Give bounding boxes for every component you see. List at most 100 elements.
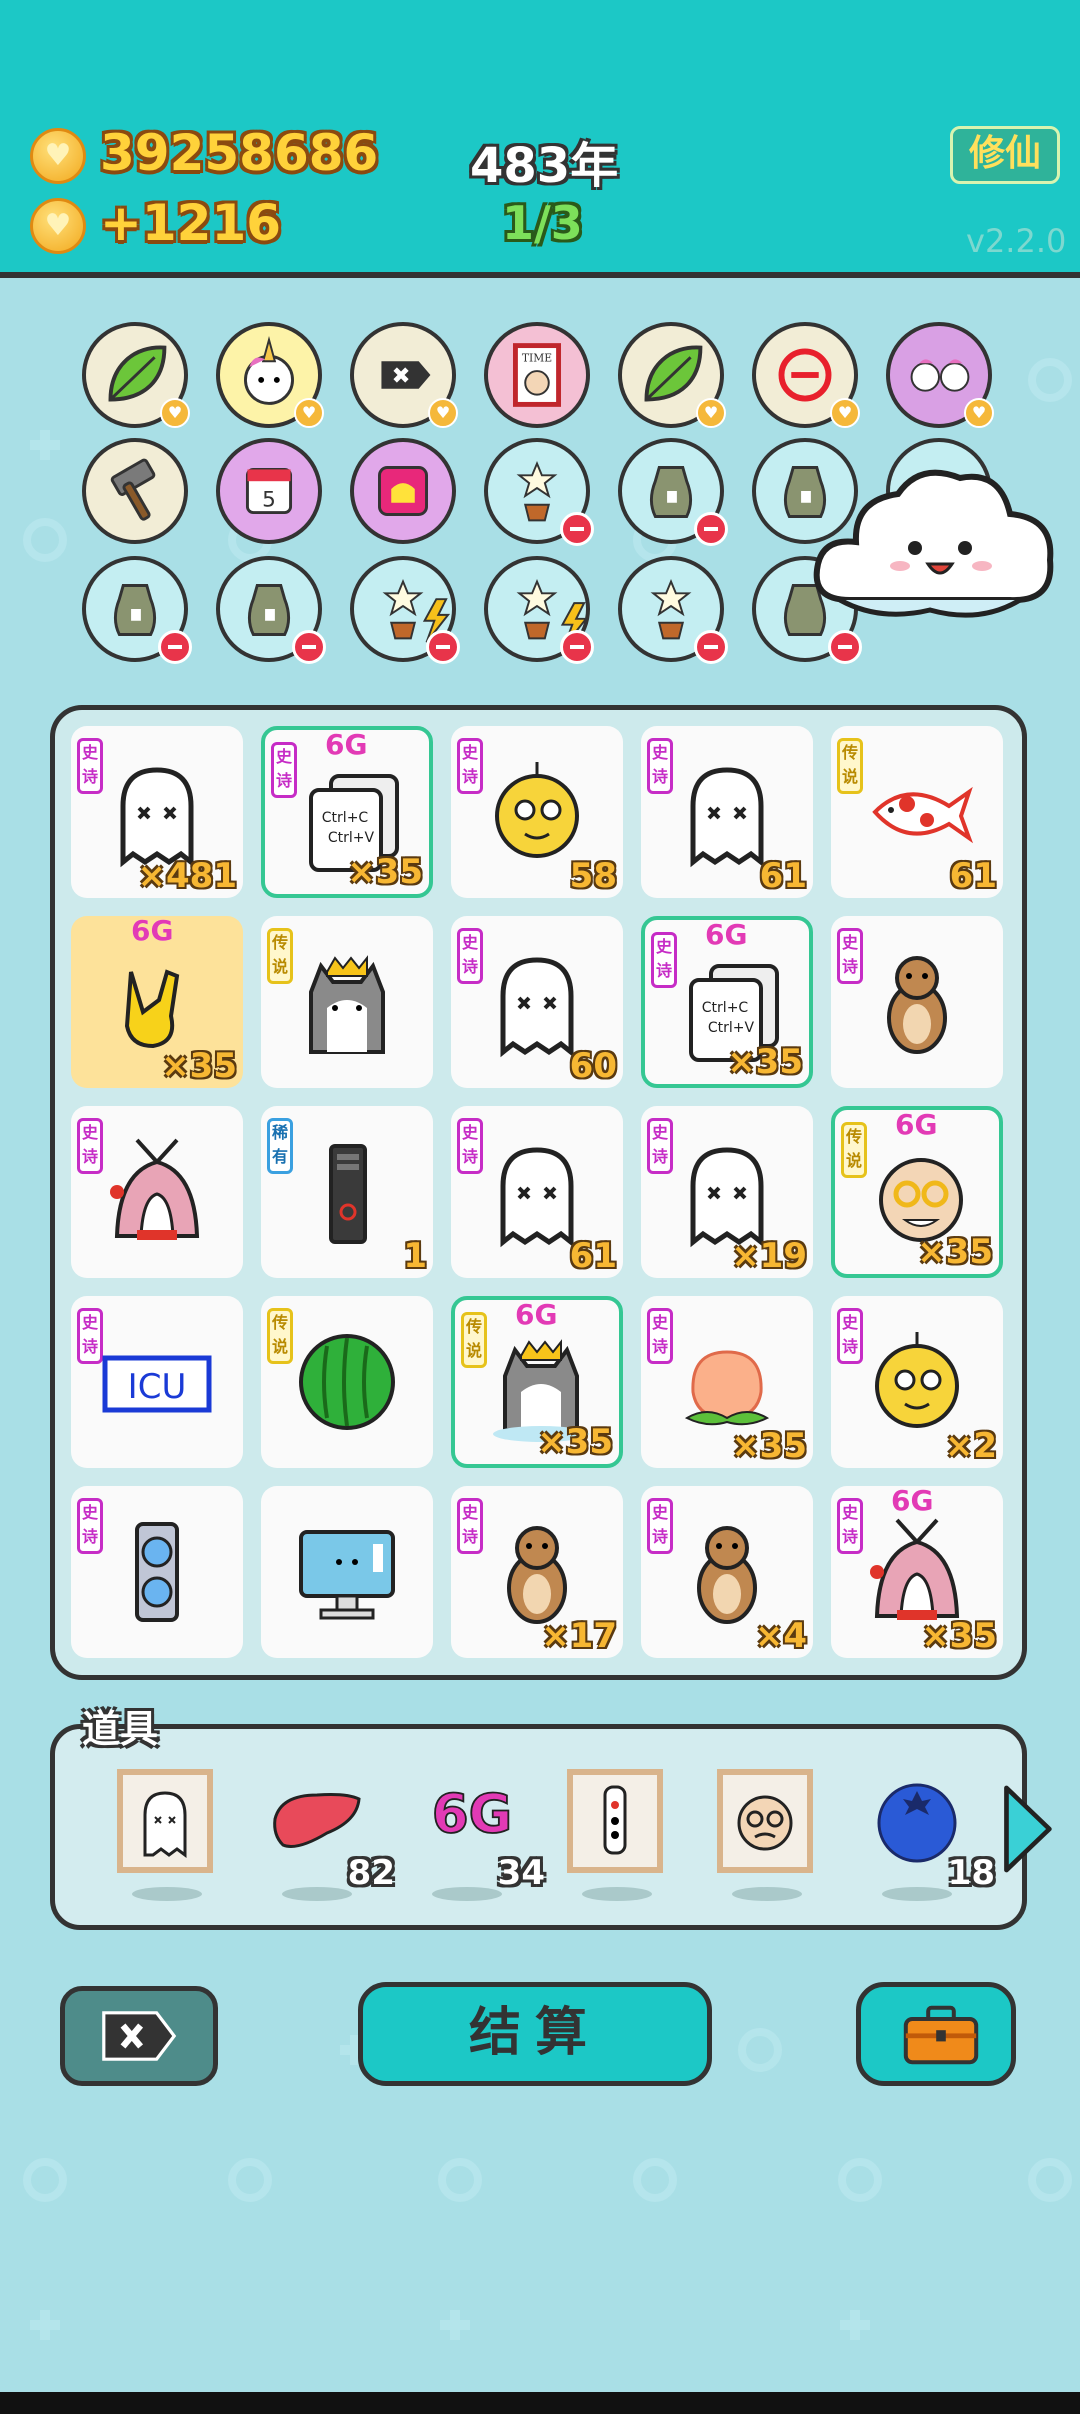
tile-watermelon[interactable]: 传说 — [261, 1296, 433, 1468]
remove-badge-icon[interactable] — [694, 630, 728, 664]
stage-progress: 1/3 — [502, 196, 583, 250]
item-count: ×35 — [921, 1616, 997, 1656]
slot-calendar[interactable]: 5 — [216, 438, 322, 544]
prop-liver[interactable]: 82 — [267, 1769, 395, 1901]
tile-old-man[interactable]: 传说 6G ×35 — [831, 1106, 1003, 1278]
item-count: ×2 — [944, 1426, 997, 1466]
slot-sack[interactable] — [618, 438, 728, 546]
ghost-icon — [500, 1147, 574, 1248]
tile-yellow-face[interactable]: 史诗 58 — [451, 726, 623, 898]
tile-husky-king[interactable]: 传说 — [261, 916, 433, 1088]
slot-leaf-2[interactable]: ♥ — [618, 322, 726, 428]
prop-blueberry[interactable]: 18 — [867, 1769, 995, 1901]
remove-badge-icon[interactable] — [560, 512, 594, 546]
slot-time-magazine[interactable]: TIME — [484, 322, 590, 428]
slot-flower-pot-2[interactable] — [350, 556, 460, 664]
slot-leaf[interactable]: ♥ — [82, 322, 190, 428]
item-count: 61 — [759, 856, 807, 896]
slot-flower-pot-4[interactable] — [618, 556, 728, 664]
calendar-icon: 5 — [245, 467, 293, 515]
slot-minus[interactable]: ♥ — [752, 322, 860, 428]
system-nav-bar — [0, 2392, 1080, 2414]
tile-rock-hand[interactable]: 6G ×35 — [71, 914, 243, 1088]
item-count: ×35 — [727, 1042, 803, 1082]
tile-graphics-card[interactable]: 史诗 — [71, 1486, 243, 1658]
briefcase-icon — [903, 2005, 979, 2065]
tile-ghost-2[interactable]: 史诗 61 — [641, 726, 813, 898]
slot-app[interactable] — [350, 438, 456, 544]
marmot-icon — [697, 1526, 757, 1624]
svg-text:Ctrl+V: Ctrl+V — [708, 1020, 755, 1036]
remove-badge-icon[interactable] — [426, 630, 460, 664]
item-count: ×17 — [541, 1616, 617, 1656]
tile-rabbit-tent[interactable]: 史诗 — [71, 1106, 243, 1278]
tile-marmot-2[interactable]: 史诗 ×17 — [451, 1486, 623, 1658]
svg-text:ICU: ICU — [128, 1367, 187, 1407]
item-count: 58 — [569, 856, 617, 896]
svg-text:5: 5 — [262, 488, 276, 513]
remove-badge-icon[interactable] — [560, 630, 594, 664]
backpack-button[interactable] — [856, 1982, 1016, 2086]
tile-ghost-4[interactable]: 史诗 61 — [451, 1106, 623, 1278]
item-count: ×35 — [731, 1426, 807, 1466]
tile-marmot[interactable]: 史诗 — [831, 916, 1003, 1088]
slot-twins[interactable]: ♥ — [886, 322, 994, 428]
settle-button[interactable]: 结算 — [358, 1982, 712, 2086]
slot-flower-pot[interactable] — [484, 438, 594, 546]
inventory-grid: 史诗 ×481 史诗 6G Ctrl+C Ctrl+V ×35 史诗 58 史诗 … — [50, 705, 1027, 1680]
prop-robot-frame[interactable] — [567, 1769, 667, 1901]
tile-peach[interactable]: 史诗 ×35 — [641, 1296, 813, 1468]
income-coin-icon — [30, 198, 86, 254]
gold-coin-icon — [30, 128, 86, 184]
next-arrow-icon[interactable] — [999, 1779, 1055, 1879]
prop-old-man-frame[interactable] — [717, 1769, 817, 1901]
tile-monitor[interactable] — [261, 1486, 433, 1658]
robot-frame-icon — [567, 1769, 663, 1873]
marmot-icon — [507, 1526, 567, 1624]
prop-ghost-frame[interactable] — [117, 1769, 217, 1901]
ghost-icon — [120, 767, 194, 868]
svg-text:6G: 6G — [432, 1783, 513, 1845]
yellow-face-icon — [875, 1332, 959, 1428]
peach-icon — [684, 1350, 770, 1426]
item-count: ×35 — [917, 1232, 993, 1272]
cultivate-button[interactable]: 修仙 — [950, 126, 1060, 184]
watermelon-icon — [299, 1334, 395, 1430]
heart-badge-icon: ♥ — [428, 398, 458, 428]
top-status-bar: 39258686 +1216 483年 1/3 修仙 v2.2.0 — [0, 0, 1080, 278]
prop-6g[interactable]: 6G 34 — [417, 1769, 545, 1901]
remove-badge-icon[interactable] — [158, 630, 192, 664]
heart-badge-icon: ♥ — [696, 398, 726, 428]
tile-server[interactable]: 稀有 1 — [261, 1106, 433, 1278]
slot-delete[interactable]: ♥ — [350, 322, 458, 428]
tile-yellow-face-2[interactable]: 史诗 ×2 — [831, 1296, 1003, 1468]
item-count: 1 — [403, 1236, 427, 1276]
close-button[interactable] — [60, 1986, 218, 2086]
prop-count: 82 — [347, 1853, 395, 1893]
slot-sack-4[interactable] — [82, 556, 192, 664]
tile-rabbit-tent-2[interactable]: 史诗 6G ×35 — [831, 1484, 1003, 1658]
item-count: ×19 — [731, 1236, 807, 1276]
slot-hammer[interactable] — [82, 438, 188, 544]
tile-icu[interactable]: 史诗 ICU — [71, 1296, 243, 1468]
tile-marmot-3[interactable]: 史诗 ×4 — [641, 1486, 813, 1658]
tile-ghost-3[interactable]: 史诗 60 — [451, 916, 623, 1088]
tile-husky-king-2[interactable]: 传说 6G ×35 — [451, 1296, 623, 1468]
tile-copy-paste-2[interactable]: 史诗 6G Ctrl+C Ctrl+V ×35 — [641, 916, 813, 1088]
version-label: v2.2.0 — [966, 222, 1067, 260]
prop-shadow — [732, 1887, 802, 1901]
tile-koi-fish[interactable]: 传说 61 — [831, 726, 1003, 898]
remove-badge-icon[interactable] — [292, 630, 326, 664]
item-count: ×35 — [347, 852, 423, 892]
slot-unicorn[interactable]: ♥ — [216, 322, 324, 428]
slot-flower-pot-3[interactable] — [484, 556, 594, 664]
old-man-frame-icon — [717, 1769, 813, 1873]
tile-ghost[interactable]: 史诗 ×481 — [71, 726, 243, 898]
slot-sack-5[interactable] — [216, 556, 326, 664]
item-count: 61 — [569, 1236, 617, 1276]
tile-copy-paste[interactable]: 史诗 6G Ctrl+C Ctrl+V ×35 — [261, 726, 433, 898]
svg-text:Ctrl+C: Ctrl+C — [702, 1000, 749, 1016]
remove-badge-icon[interactable] — [694, 512, 728, 546]
tile-ghost-5[interactable]: 史诗 ×19 — [641, 1106, 813, 1278]
item-count: 61 — [949, 856, 997, 896]
